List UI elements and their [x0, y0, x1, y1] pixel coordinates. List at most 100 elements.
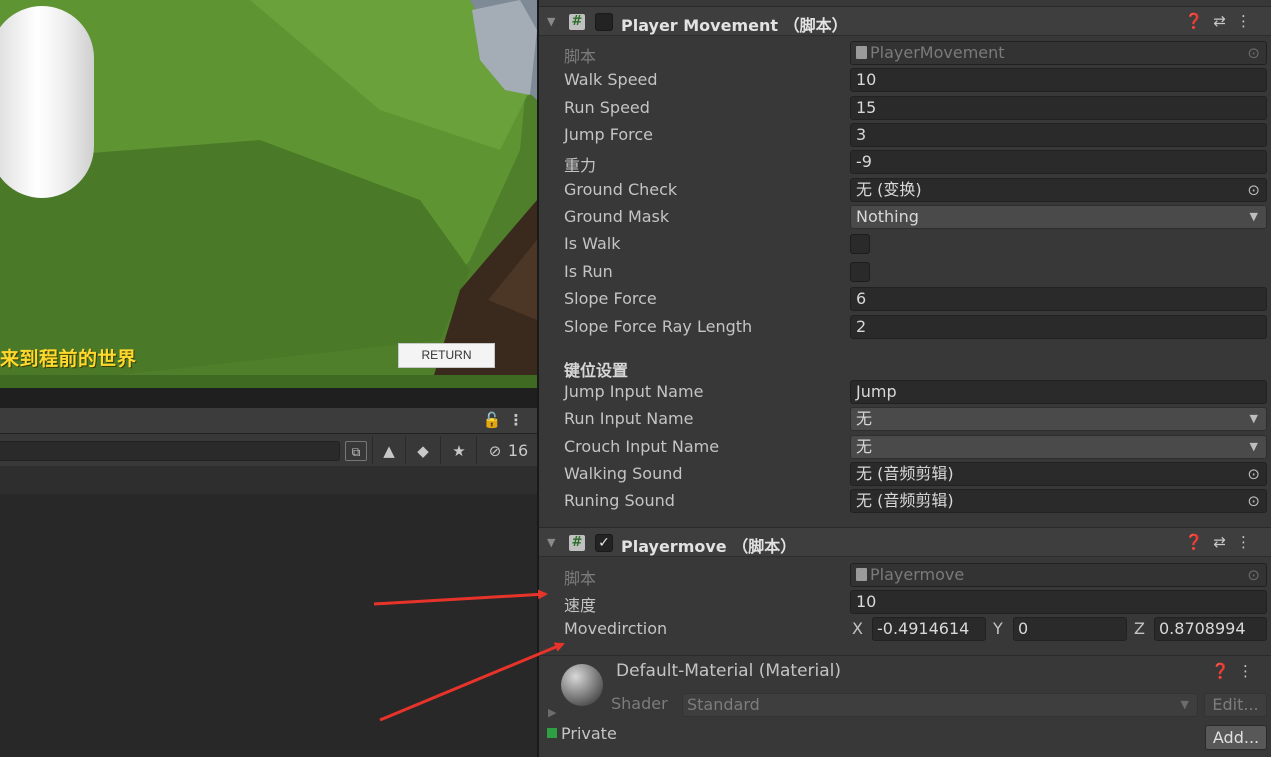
jump-force-input[interactable]: 3: [850, 123, 1267, 147]
field-value: 无 (音频剪辑): [856, 464, 954, 483]
toolbar-separator: [372, 436, 373, 464]
foldout-arrow-icon[interactable]: ▼: [547, 15, 555, 28]
tag-icon[interactable]: ◆: [412, 441, 434, 461]
hidden-count: 16: [507, 441, 529, 460]
foldout-arrow-icon[interactable]: ▼: [547, 536, 555, 549]
field-value: 无 (变换): [856, 180, 922, 199]
movedirction-x-input[interactable]: -0.4914614: [872, 617, 986, 641]
slope-force-ray-length-input[interactable]: 2: [850, 315, 1267, 339]
walking-sound-field[interactable]: 无 (音频剪辑) ⊙: [850, 462, 1267, 486]
star-icon[interactable]: ★: [448, 441, 470, 461]
field-row-gravity: 重力 -9: [539, 150, 1271, 175]
object-picker-icon[interactable]: ⊙: [1247, 179, 1260, 201]
field-row-walking-sound: Walking Sound 无 (音频剪辑) ⊙: [539, 462, 1271, 487]
field-label: Slope Force Ray Length: [564, 317, 753, 336]
help-icon[interactable]: ❓: [1185, 533, 1214, 551]
walk-speed-input[interactable]: 10: [850, 68, 1267, 92]
game-view[interactable]: 来到程前的世界 RETURN: [0, 0, 537, 388]
object-picker-icon[interactable]: ⊙: [1247, 42, 1260, 64]
script-icon: #: [569, 535, 585, 551]
more-icon[interactable]: ⋮: [1236, 12, 1261, 30]
private-check-icon: [547, 728, 557, 738]
material-preview-sphere[interactable]: [561, 664, 603, 706]
ground-mask-dropdown[interactable]: Nothing ▼: [850, 205, 1267, 229]
slope-force-input[interactable]: 6: [850, 287, 1267, 311]
run-input-name-dropdown[interactable]: 无 ▼: [850, 407, 1267, 431]
project-panel-header: 🔓 ⋮: [0, 408, 537, 434]
field-row-jump-input: Jump Input Name Jump: [539, 380, 1271, 405]
component-title: Player Movement （脚本）: [621, 16, 848, 35]
x-axis-label[interactable]: X: [852, 619, 863, 638]
material-foldout-icon[interactable]: ▶: [548, 706, 556, 719]
run-speed-input[interactable]: 15: [850, 96, 1267, 120]
crouch-input-name-dropdown[interactable]: 无 ▼: [850, 435, 1267, 459]
object-picker-icon[interactable]: ⊙: [1247, 564, 1260, 586]
field-label: Runing Sound: [564, 491, 675, 510]
speed-input[interactable]: 10: [850, 590, 1267, 614]
section-header-key-settings: 键位设置: [564, 361, 629, 380]
component-header-icons: ❓⇄⋮: [1185, 533, 1261, 551]
scene-filter-icon[interactable]: ▲: [378, 441, 400, 461]
object-picker-icon[interactable]: ⊙: [1247, 463, 1260, 485]
dropdown-arrow-icon: ▼: [1249, 412, 1258, 425]
script-file-icon: [856, 568, 867, 581]
help-icon[interactable]: ❓: [1211, 662, 1238, 680]
add-button[interactable]: Add...: [1205, 725, 1267, 750]
script-icon: #: [569, 14, 585, 30]
toolbar-separator: [476, 436, 477, 464]
link-icon[interactable]: ⧉: [345, 441, 367, 461]
toolbar-separator: [440, 436, 441, 464]
runing-sound-field[interactable]: 无 (音频剪辑) ⊙: [850, 489, 1267, 513]
shader-dropdown[interactable]: Standard ▼: [682, 693, 1198, 717]
movedirction-y-input[interactable]: 0: [1013, 617, 1127, 641]
field-value: PlayerMovement: [870, 43, 1005, 62]
field-row-run-speed: Run Speed 15: [539, 96, 1271, 121]
field-row-speed: 速度 10: [539, 590, 1271, 615]
material-title: Default-Material (Material): [616, 661, 842, 681]
script-field[interactable]: PlayerMovement ⊙: [850, 41, 1267, 65]
toolbar-separator: [405, 436, 406, 464]
gravity-input[interactable]: -9: [850, 150, 1267, 174]
script-field[interactable]: Playermove ⊙: [850, 563, 1267, 587]
object-picker-icon[interactable]: ⊙: [1247, 490, 1260, 512]
jump-input-name-input[interactable]: Jump: [850, 380, 1267, 404]
field-label: 速度: [564, 596, 597, 615]
field-value: Nothing: [856, 207, 919, 226]
field-row-walk-speed: Walk Speed 10: [539, 68, 1271, 93]
z-axis-label[interactable]: Z: [1134, 619, 1145, 638]
is-run-checkbox[interactable]: [850, 262, 870, 282]
more-icon[interactable]: ⋮: [508, 410, 524, 430]
inspector-panel: ▼ # Player Movement （脚本） ❓⇄⋮ 脚本 PlayerMo…: [539, 0, 1271, 757]
playermove-enable-checkbox[interactable]: ✓: [595, 534, 613, 552]
ground-check-field[interactable]: 无 (变换) ⊙: [850, 178, 1267, 202]
private-toggle[interactable]: Private: [547, 724, 617, 743]
preset-icon[interactable]: ⇄: [1213, 533, 1236, 551]
is-walk-checkbox[interactable]: [850, 234, 870, 254]
component-header-icons: ❓⇄⋮: [1185, 12, 1261, 30]
search-input[interactable]: [0, 441, 340, 461]
field-row-slope-force: Slope Force 6: [539, 287, 1271, 312]
more-icon[interactable]: ⋮: [1236, 533, 1261, 551]
shader-label: Shader: [611, 694, 668, 713]
more-icon[interactable]: ⋮: [1238, 662, 1261, 680]
field-label: Slope Force: [564, 289, 657, 308]
shader-edit-button[interactable]: Edit...: [1204, 693, 1267, 717]
visibility-off-icon[interactable]: ⊘: [484, 441, 506, 461]
field-value: 无 (音频剪辑): [856, 491, 954, 510]
lock-icon[interactable]: 🔓: [482, 410, 502, 430]
field-label: Run Input Name: [564, 409, 694, 428]
help-icon[interactable]: ❓: [1185, 12, 1214, 30]
preset-icon[interactable]: ⇄: [1213, 12, 1236, 30]
field-row-playermove-script: 脚本 Playermove ⊙: [539, 563, 1271, 588]
return-button[interactable]: RETURN: [398, 343, 495, 368]
movedirction-z-input[interactable]: 0.8708994: [1154, 617, 1267, 641]
player-capsule: [0, 6, 94, 198]
field-row-slope-force-ray-length: Slope Force Ray Length 2: [539, 315, 1271, 340]
y-axis-label[interactable]: Y: [993, 619, 1003, 638]
player-movement-header[interactable]: ▼ # Player Movement （脚本） ❓⇄⋮: [539, 6, 1271, 36]
dropdown-arrow-icon: ▼: [1249, 210, 1258, 223]
field-label: Jump Input Name: [564, 382, 704, 401]
player-movement-enable-checkbox[interactable]: [595, 13, 613, 31]
field-label: Crouch Input Name: [564, 437, 720, 456]
playermove-header[interactable]: ▼ # ✓ Playermove （脚本） ❓⇄⋮: [539, 527, 1271, 557]
